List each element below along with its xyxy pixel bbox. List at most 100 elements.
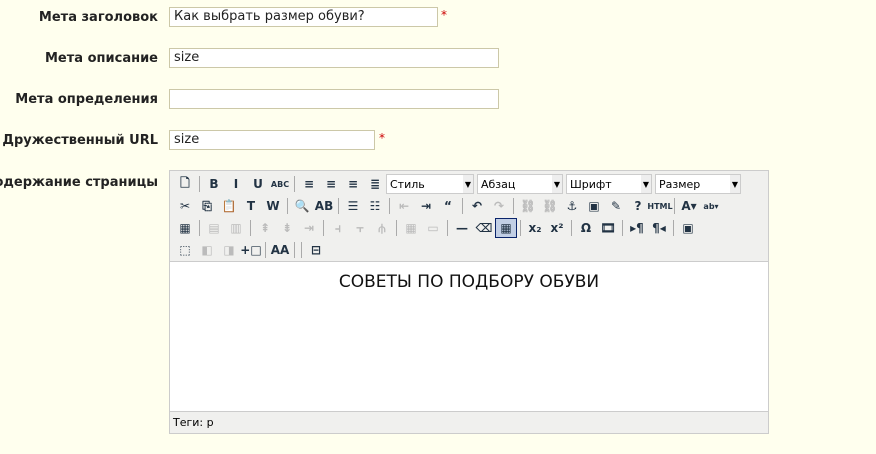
visual-aid-icon[interactable]: ▦ xyxy=(495,218,517,238)
underline-icon[interactable]: U xyxy=(247,174,269,194)
friendly-url-label: Дружественный URL xyxy=(2,133,158,148)
special-char-icon[interactable]: Ω xyxy=(575,218,597,238)
cell-props-icon[interactable]: ▥ xyxy=(225,218,247,238)
align-justify-icon[interactable]: ≣ xyxy=(364,174,386,194)
toolbar-separator xyxy=(301,242,302,258)
paste-text-icon[interactable]: T xyxy=(240,196,262,216)
friendly-url-input[interactable]: size xyxy=(169,130,375,150)
find-icon[interactable]: 🔍 xyxy=(291,196,313,216)
meta-keywords-input[interactable] xyxy=(169,89,499,109)
merge-cells-icon[interactable]: ▭ xyxy=(422,218,444,238)
rtl-icon[interactable]: ¶◂ xyxy=(648,218,670,238)
outdent-icon[interactable]: ⇤ xyxy=(393,196,415,216)
numbered-list-icon[interactable]: ☷ xyxy=(364,196,386,216)
col-after-icon[interactable]: ⫟ xyxy=(349,218,371,238)
font-select[interactable]: Шрифт ▼ xyxy=(566,174,652,194)
superscript-icon[interactable]: x² xyxy=(546,218,568,238)
font-select-value: Шрифт xyxy=(570,177,612,191)
toolbar-separator xyxy=(294,242,295,258)
blockquote-icon[interactable]: “ xyxy=(437,196,459,216)
new-document-icon[interactable]: 🗋 xyxy=(174,174,196,194)
style-select[interactable]: Стиль ▼ xyxy=(386,174,474,194)
replace-icon[interactable]: AB xyxy=(313,196,335,216)
required-marker: * xyxy=(441,8,447,22)
unlink-icon[interactable]: ⛓ xyxy=(539,196,561,216)
bold-icon[interactable]: B xyxy=(203,174,225,194)
toolbar-separator xyxy=(673,220,674,236)
toolbar-separator xyxy=(265,242,266,258)
subscript-icon[interactable]: x₂ xyxy=(524,218,546,238)
size-select-value: Размер xyxy=(659,177,701,191)
move-backward-icon[interactable]: ◨ xyxy=(218,240,240,260)
indent-icon[interactable]: ⇥ xyxy=(415,196,437,216)
delete-col-icon[interactable]: ⫛ xyxy=(371,218,393,238)
toolbar-separator xyxy=(462,198,463,214)
toolbar-separator xyxy=(396,220,397,236)
toolbar-separator xyxy=(287,198,288,214)
styles-icon[interactable]: AA xyxy=(269,240,291,260)
bullet-list-icon[interactable]: ☰ xyxy=(342,196,364,216)
copy-icon[interactable]: ⎘ xyxy=(196,196,218,216)
align-center-icon[interactable]: ≡ xyxy=(320,174,342,194)
help-icon[interactable]: ? xyxy=(627,196,649,216)
content-label: Содержание страницы xyxy=(0,175,158,190)
editor-content-area[interactable]: СОВЕТЫ ПО ПОДБОРУ ОБУВИ xyxy=(170,261,768,412)
col-before-icon[interactable]: ⫞ xyxy=(327,218,349,238)
toolbar-separator xyxy=(199,220,200,236)
toolbar-separator xyxy=(294,176,295,192)
cleanup-icon[interactable]: ✎ xyxy=(605,196,627,216)
toolbar-separator xyxy=(520,220,521,236)
cut-icon[interactable]: ✂ xyxy=(174,196,196,216)
horizontal-rule-icon[interactable]: — xyxy=(451,218,473,238)
row-props-icon[interactable]: ▤ xyxy=(203,218,225,238)
editor-status-bar: Теги: p xyxy=(170,411,768,432)
image-icon[interactable]: ▣ xyxy=(583,196,605,216)
move-forward-icon[interactable]: ◧ xyxy=(196,240,218,260)
fullscreen-icon[interactable]: ▣ xyxy=(677,218,699,238)
paste-icon[interactable]: 📋 xyxy=(218,196,240,216)
size-select[interactable]: Размер ▼ xyxy=(655,174,741,194)
content-heading: СОВЕТЫ ПО ПОДБОРУ ОБУВИ xyxy=(338,272,600,292)
strikethrough-icon[interactable]: ABC xyxy=(269,174,291,194)
toolbar-separator xyxy=(622,220,623,236)
block-select-value: Абзац xyxy=(481,177,516,191)
highlight-color-icon[interactable]: ab▾ xyxy=(700,196,722,216)
absolute-icon[interactable]: +□ xyxy=(240,240,262,260)
redo-icon[interactable]: ↷ xyxy=(488,196,510,216)
align-left-icon[interactable]: ≡ xyxy=(298,174,320,194)
row-after-icon[interactable]: ⇟ xyxy=(276,218,298,238)
paste-word-icon[interactable]: W xyxy=(262,196,284,216)
toolbar-separator xyxy=(199,176,200,192)
rich-text-editor: 🗋 B I U ABC ≡ ≡ ≡ ≣ Стиль ▼ Абзац ▼ Шрифт ▼ Размер ▼ ✂ ⎘ 📋… xyxy=(169,170,769,434)
chevron-down-icon: ▼ xyxy=(641,175,651,193)
page-break-icon[interactable]: ⊟ xyxy=(305,240,327,260)
delete-row-icon[interactable]: ⇥ xyxy=(298,218,320,238)
toolbar-separator xyxy=(571,220,572,236)
style-select-value: Стиль xyxy=(390,177,425,191)
insert-table-icon[interactable]: ▦ xyxy=(174,218,196,238)
row-before-icon[interactable]: ⇞ xyxy=(254,218,276,238)
html-icon[interactable]: HTML xyxy=(647,196,672,216)
meta-title-input[interactable]: Как выбрать размер обуви? xyxy=(169,7,438,27)
remove-format-icon[interactable]: ⌫ xyxy=(473,218,495,238)
italic-icon[interactable]: I xyxy=(225,174,247,194)
undo-icon[interactable]: ↶ xyxy=(466,196,488,216)
toolbar-separator xyxy=(447,220,448,236)
text-color-icon[interactable]: A▾ xyxy=(678,196,700,216)
split-cells-icon[interactable]: ▦ xyxy=(400,218,422,238)
toolbar-separator xyxy=(389,198,390,214)
insert-layer-icon[interactable]: ⬚ xyxy=(174,240,196,260)
ltr-icon[interactable]: ▸¶ xyxy=(626,218,648,238)
meta-description-input[interactable]: size xyxy=(169,48,499,68)
block-select[interactable]: Абзац ▼ xyxy=(477,174,563,194)
align-right-icon[interactable]: ≡ xyxy=(342,174,364,194)
toolbar-separator xyxy=(250,220,251,236)
anchor-icon[interactable]: ⚓ xyxy=(561,196,583,216)
required-marker: * xyxy=(379,131,385,145)
link-icon[interactable]: ⛓ xyxy=(517,196,539,216)
media-icon[interactable]: 🎞 xyxy=(597,218,619,238)
chevron-down-icon: ▼ xyxy=(552,175,562,193)
meta-description-label: Мета описание xyxy=(45,51,158,66)
meta-keywords-label: Мета определения xyxy=(15,92,158,107)
toolbar-separator xyxy=(323,220,324,236)
